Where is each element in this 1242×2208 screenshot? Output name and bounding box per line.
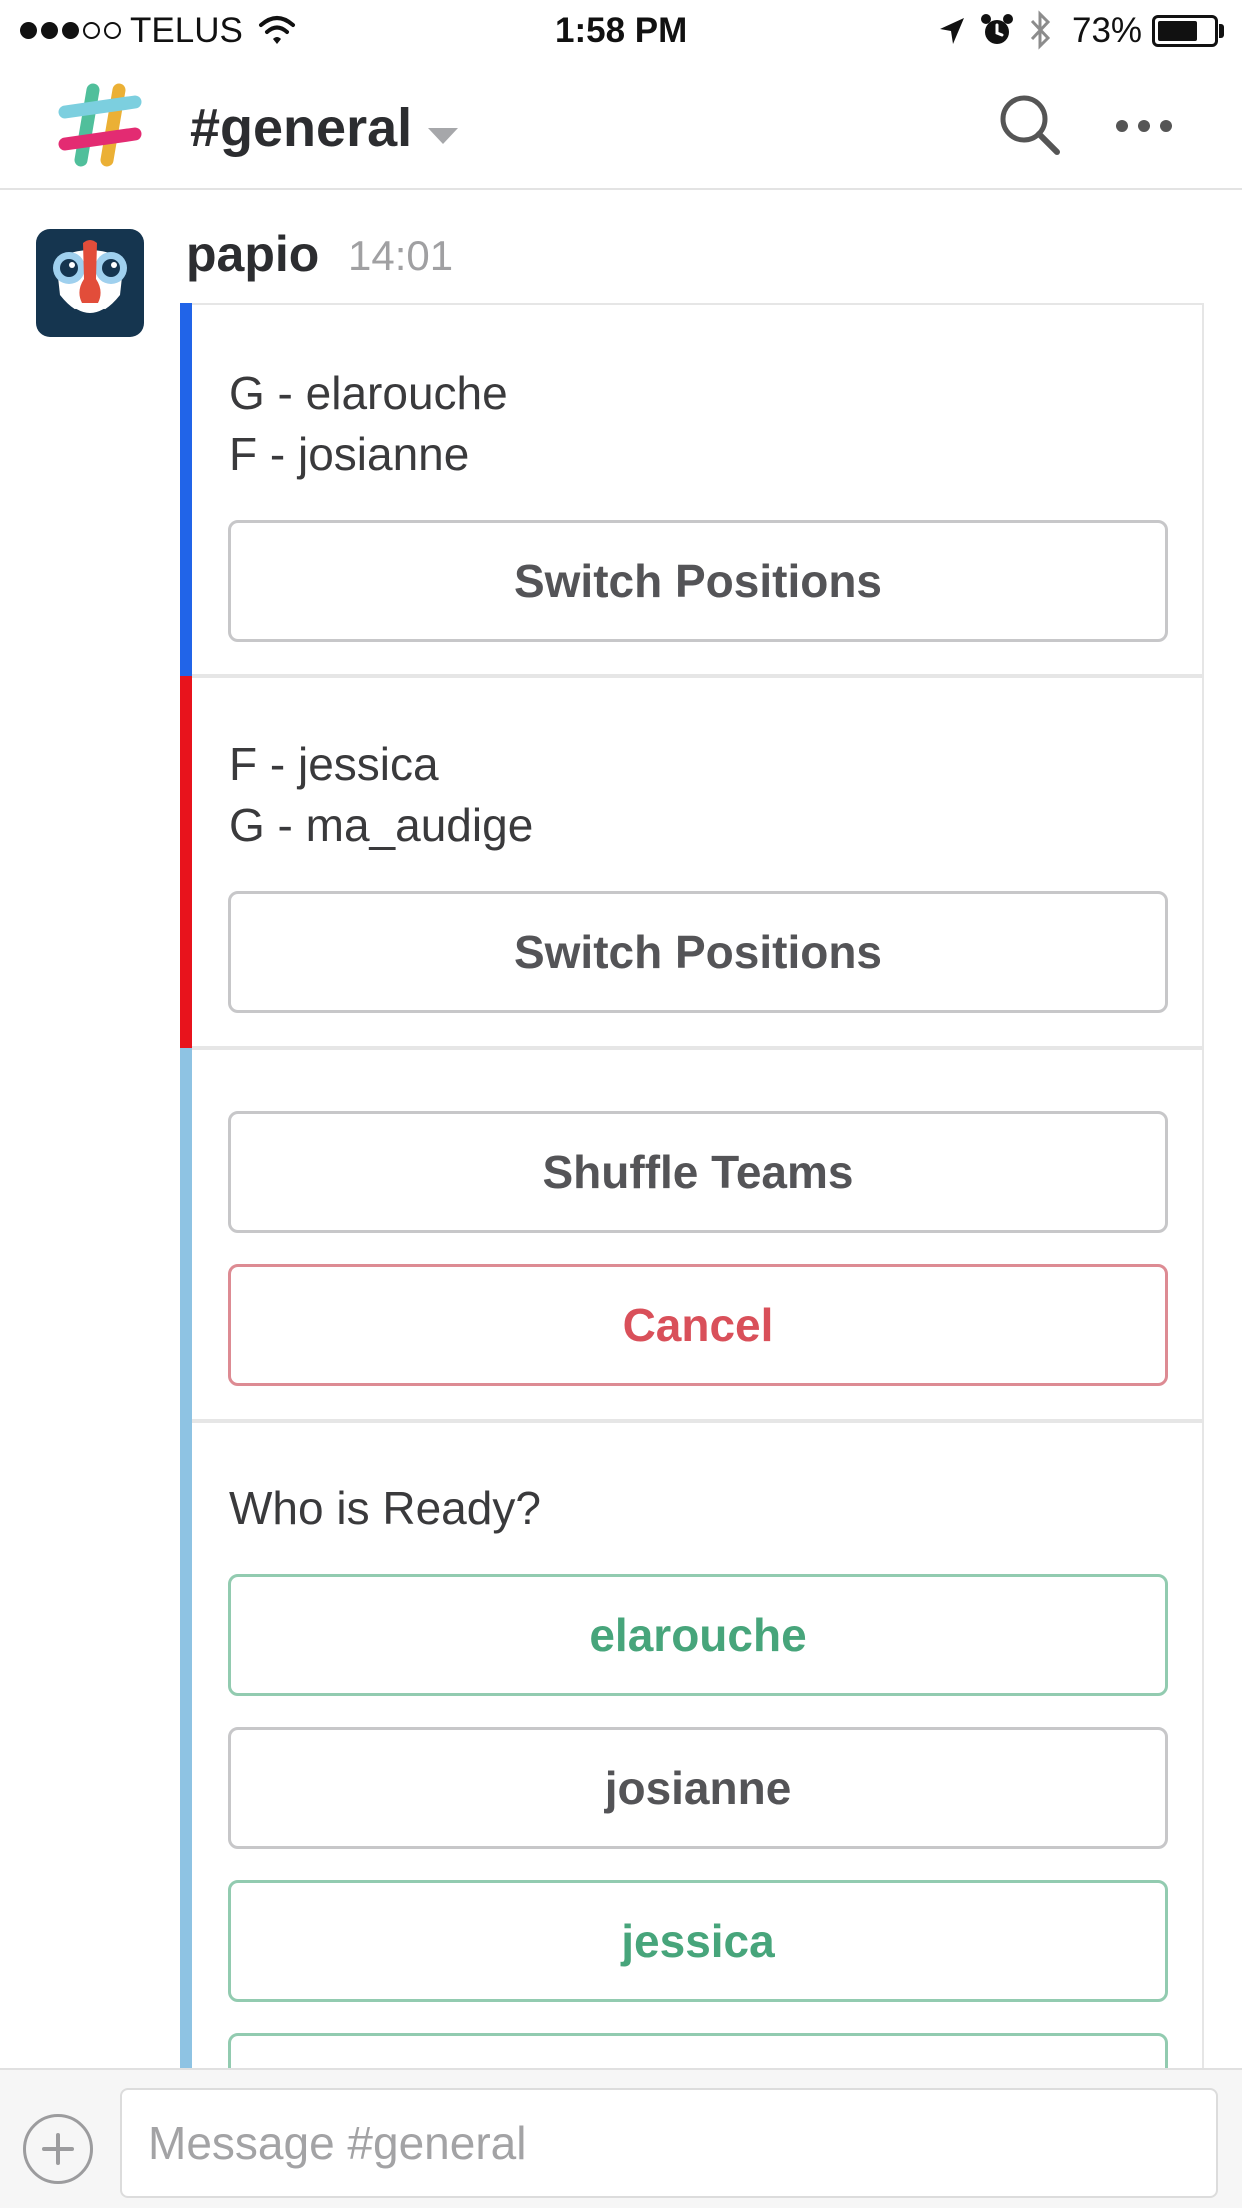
carrier-label: TELUS: [130, 11, 243, 50]
team-line: F - jessica: [229, 738, 439, 790]
more-options-icon[interactable]: [1114, 118, 1174, 134]
switch-positions-button[interactable]: Switch Positions: [228, 520, 1168, 642]
search-icon[interactable]: [998, 93, 1062, 157]
signal-dot: [83, 22, 100, 39]
attachment-team-2: F - jessica G - ma_audige Switch Positio…: [180, 676, 1204, 1048]
attachment-color-bar: [180, 303, 192, 676]
player-ready-button[interactable]: elarouche: [228, 1574, 1168, 1696]
wifi-icon: [259, 16, 295, 44]
message-input[interactable]: [120, 2088, 1218, 2198]
cancel-button[interactable]: Cancel: [228, 1264, 1168, 1386]
attachment-ready-check: Who is Ready? elarouche josianne jessica: [180, 1421, 1204, 2155]
add-attachment-button[interactable]: [23, 2114, 93, 2184]
attachment-color-bar: [180, 1048, 192, 1421]
team-line: G - elarouche: [229, 367, 508, 419]
channel-header: #general: [0, 62, 1242, 190]
team-line: G - ma_audige: [229, 799, 534, 851]
signal-dot: [104, 22, 121, 39]
message-author[interactable]: papio: [186, 224, 319, 284]
papio-avatar-icon: [53, 240, 127, 317]
ready-title: Who is Ready?: [229, 1482, 541, 1534]
player-ready-button[interactable]: josianne: [228, 1727, 1168, 1849]
signal-dot: [62, 22, 79, 39]
signal-dot: [41, 22, 58, 39]
attachment-actions: Shuffle Teams Cancel: [180, 1048, 1204, 1421]
battery-cap: [1219, 24, 1224, 38]
message-composer: [0, 2068, 1242, 2208]
avatar[interactable]: [36, 229, 144, 337]
location-arrow-icon: [940, 18, 964, 44]
signal-dot: [20, 22, 37, 39]
alarm-icon: [981, 14, 1013, 44]
switch-positions-button[interactable]: Switch Positions: [228, 891, 1168, 1013]
bluetooth-icon: [1030, 10, 1051, 50]
team-line: F - josianne: [229, 428, 470, 480]
attachment-team-1: G - elarouche F - josianne Switch Positi…: [180, 303, 1204, 676]
plus-icon: [42, 2133, 74, 2165]
channel-dropdown-icon[interactable]: [428, 128, 458, 144]
slack-logo-icon[interactable]: [57, 82, 143, 168]
status-bar: TELUS 1:58 PM 73%: [0, 0, 1242, 62]
channel-title[interactable]: #general: [190, 96, 412, 160]
player-ready-button[interactable]: jessica: [228, 1880, 1168, 2002]
shuffle-teams-button[interactable]: Shuffle Teams: [228, 1111, 1168, 1233]
battery-fill: [1158, 21, 1197, 41]
clock: 1:58 PM: [555, 11, 688, 50]
message-timestamp: 14:01: [348, 232, 454, 279]
battery-icon: [1152, 15, 1218, 47]
attachment-color-bar: [180, 1421, 192, 2121]
battery-percent: 73%: [1072, 11, 1143, 50]
attachment-color-bar: [180, 676, 192, 1048]
